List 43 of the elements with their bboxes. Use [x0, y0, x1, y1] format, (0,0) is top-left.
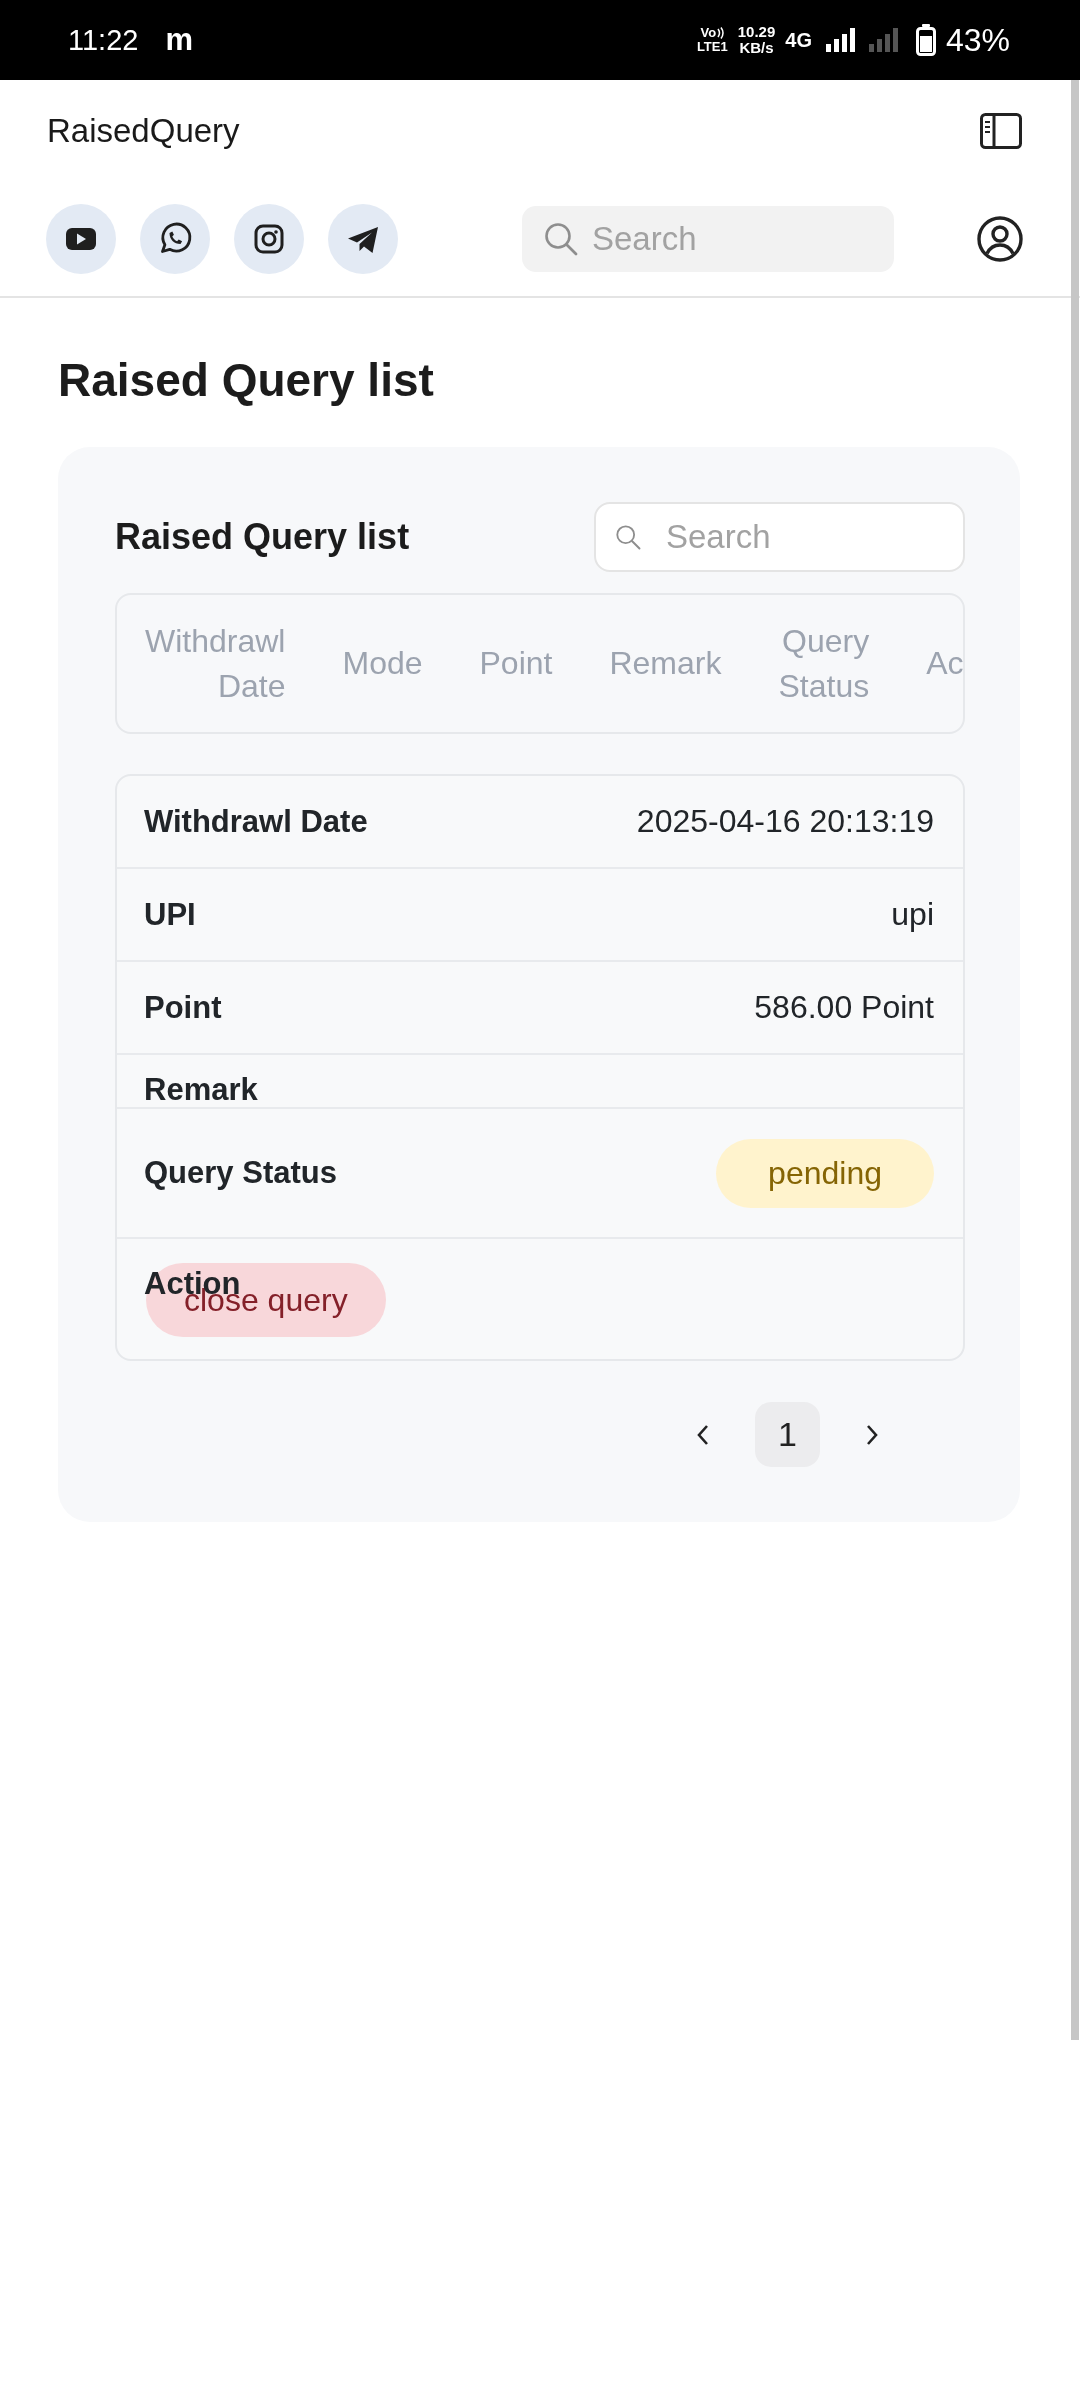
chevron-left-icon [696, 1423, 710, 1446]
clock-time: 11:22 [68, 23, 139, 57]
field-label: Remark [144, 1073, 258, 1107]
signal-icon [868, 28, 898, 52]
field-value: upi [891, 896, 934, 933]
app-title: RaisedQuery [47, 112, 240, 150]
column-header[interactable]: Withdrawl Date [145, 618, 286, 709]
column-header[interactable]: Remark [609, 641, 722, 686]
notification-glyph: m [165, 22, 193, 58]
page-button[interactable]: 1 [755, 1402, 820, 1467]
sidebar-icon[interactable] [980, 113, 1022, 149]
video-play-icon[interactable] [46, 204, 116, 274]
network-type: 4G [785, 28, 812, 52]
call-waves-icon [717, 27, 725, 39]
field-label: Query Status [144, 1155, 337, 1191]
net-speed-unit: KB/s [739, 40, 774, 56]
net-speed: 10.29 [737, 24, 776, 40]
paper-plane-icon[interactable] [328, 204, 398, 274]
signal-icon [825, 28, 855, 52]
page-title: Raised Query list [58, 353, 435, 408]
volte-label: LTE1 [696, 40, 728, 54]
status-badge: pending [716, 1138, 934, 1208]
field-label: Point [144, 989, 222, 1026]
column-header[interactable]: Mode [342, 641, 423, 686]
profile-icon[interactable] [977, 216, 1023, 262]
search-icon [615, 524, 641, 550]
search-field[interactable]: Search [594, 502, 965, 572]
search-icon [544, 222, 578, 256]
column-header[interactable]: Ac [926, 641, 963, 686]
search-field[interactable]: Search [522, 206, 894, 272]
volte-label: Vo [700, 26, 717, 40]
chat-phone-icon[interactable] [140, 204, 210, 274]
battery-icon [915, 24, 936, 56]
field-value: 586.00 Point [754, 989, 934, 1026]
field-label: UPI [144, 896, 196, 933]
field-value: 2025-04-16 20:13:19 [636, 803, 934, 840]
battery-percent: 43% [945, 21, 1010, 59]
column-header[interactable]: Point [479, 641, 553, 686]
card-title: Raised Query list [115, 516, 410, 558]
column-header[interactable]: Query Status [778, 618, 870, 709]
camera-icon[interactable] [234, 204, 304, 274]
field-label: Withdrawl Date [144, 803, 368, 840]
chevron-right-icon [865, 1423, 879, 1446]
